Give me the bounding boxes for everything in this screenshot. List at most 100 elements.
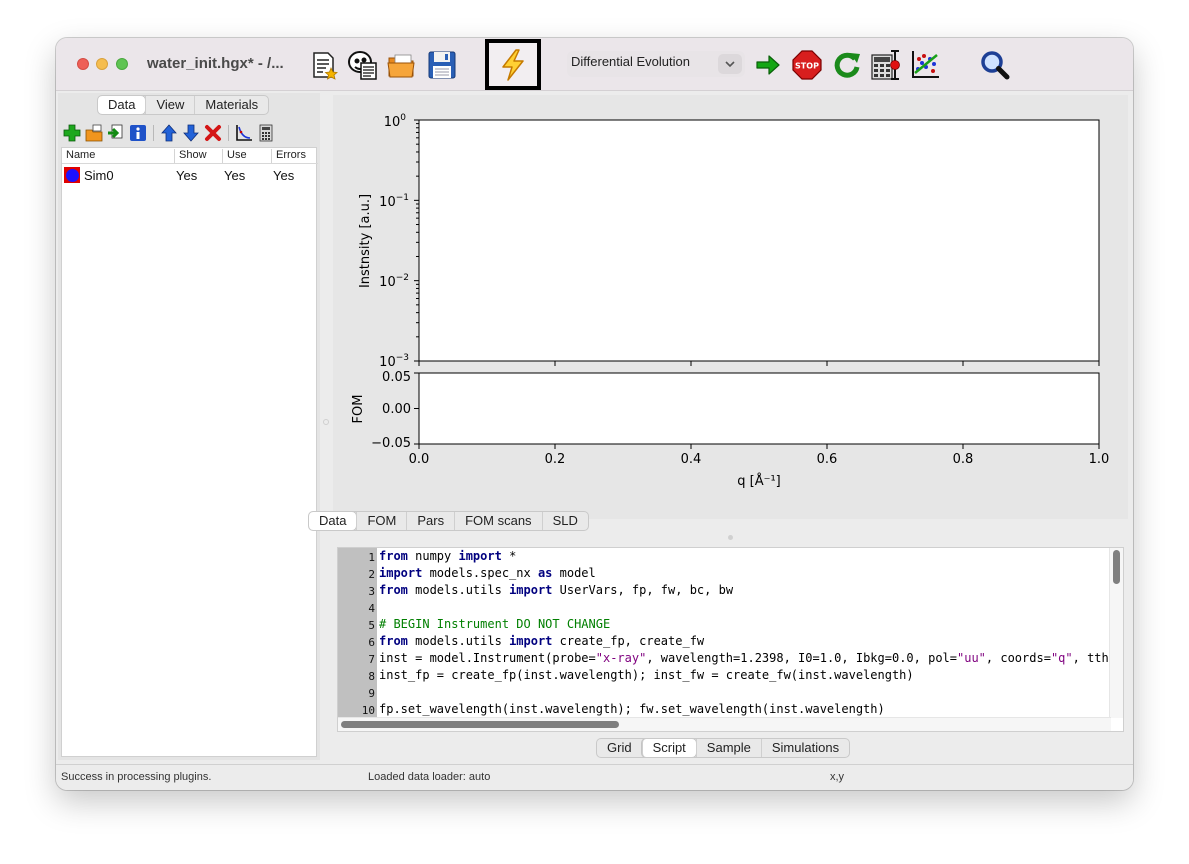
new-from-file-button[interactable] (347, 49, 379, 81)
open-file-button[interactable] (386, 49, 418, 81)
fom-y-axis-label: FOM (351, 395, 366, 424)
minimize-window-button[interactable] (96, 58, 108, 70)
script-editor[interactable]: 1 2 3 4 5 6 7 8 9 10 from numpy import *… (337, 547, 1124, 732)
vertical-splitter[interactable] (321, 93, 331, 760)
restart-fit-icon (834, 52, 860, 78)
status-loader: Loaded data loader: auto (368, 771, 491, 783)
tab-script[interactable]: Script (641, 739, 696, 757)
tab-grid[interactable]: Grid (597, 739, 642, 757)
plot-tabs: Data FOM Pars FOM scans SLD (308, 511, 589, 531)
plot-canvas[interactable]: Instnsity [a.u.] FOM q [Å⁻¹] 100 10−1 10… (333, 95, 1128, 519)
tab-sample[interactable]: Sample (695, 739, 761, 757)
svg-text:STOP: STOP (795, 62, 819, 71)
dataset-info-button[interactable] (129, 124, 147, 142)
start-fit-button[interactable] (752, 49, 784, 81)
code-line[interactable]: import models.spec_nx as model (379, 566, 596, 580)
add-dataset-button[interactable] (63, 124, 81, 142)
import-multiple-button[interactable] (107, 124, 125, 142)
code-line[interactable]: from models.utils import UserVars, fp, f… (379, 583, 733, 597)
code-line[interactable]: inst_fp = create_fp(inst.wavelength); in… (379, 668, 914, 682)
y-tick-label-fom-2: −0.05 (371, 436, 411, 451)
y-tick-label-top-0: 100 (384, 113, 407, 130)
line-number: 7 (368, 653, 375, 666)
project-fom-icon (912, 51, 939, 78)
y-tick-label-top-3: 10−3 (379, 353, 409, 370)
move-down-icon (183, 124, 199, 142)
tab-materials[interactable]: Materials (194, 96, 268, 114)
dataset-list: Name Show Use Errors Sim0 Yes Yes Yes (61, 147, 318, 757)
new-model-icon (313, 52, 338, 80)
data-panel-tabs: Data View Materials (97, 95, 270, 115)
y-tick-label-fom-0: 0.05 (382, 370, 411, 385)
dataset-use-value[interactable]: Yes (224, 168, 245, 183)
move-up-button[interactable] (160, 124, 178, 142)
line-number: 9 (368, 687, 375, 700)
plot-panel: Instnsity [a.u.] FOM q [Å⁻¹] 100 10−1 10… (333, 95, 1128, 519)
tab-simulations[interactable]: Simulations (760, 739, 849, 757)
horizontal-scrollbar[interactable] (338, 717, 1111, 731)
algorithm-select[interactable]: Differential Evolution (567, 51, 745, 77)
intensity-y-axis-label: Instnsity [a.u.] (358, 194, 373, 288)
auto-simulate-lightning-icon (502, 49, 524, 81)
restart-fit-button[interactable] (831, 49, 863, 81)
new-model-button[interactable] (308, 49, 340, 81)
fom-axes (418, 372, 1100, 445)
horizontal-splitter[interactable] (333, 534, 1128, 542)
dataset-errors-value[interactable]: Yes (273, 168, 294, 183)
column-header-name[interactable]: Name (62, 149, 95, 163)
calculate-errors-icon (871, 50, 900, 80)
data-panel: Data View Materials Name Show Use Errors… (58, 93, 320, 760)
plot-settings-button[interactable] (235, 124, 253, 142)
project-fom-button[interactable] (909, 49, 941, 81)
dataset-color-swatch[interactable] (64, 167, 80, 183)
line-number: 5 (368, 619, 375, 632)
dataset-name: Sim0 (84, 168, 114, 183)
tab-plot-fom[interactable]: FOM (356, 512, 406, 530)
tab-view[interactable]: View (145, 96, 194, 114)
column-header-show[interactable]: Show (174, 149, 207, 163)
import-data-icon (85, 124, 103, 142)
code-line[interactable]: inst = model.Instrument(probe="x-ray", w… (379, 651, 1109, 665)
code-line[interactable]: from models.utils import create_fp, crea… (379, 634, 704, 648)
vertical-scrollbar[interactable] (1109, 548, 1123, 718)
line-number: 10 (361, 704, 375, 717)
stop-fit-button[interactable]: STOP (791, 49, 823, 81)
code-line[interactable]: fp.set_wavelength(inst.wavelength); fw.s… (379, 702, 885, 716)
dataset-row[interactable]: Sim0 Yes Yes Yes (62, 165, 318, 185)
plot-settings-icon (236, 125, 252, 141)
algorithm-dropdown-toggle[interactable] (718, 54, 742, 74)
toolbar-separator (228, 125, 229, 141)
column-header-errors[interactable]: Errors (271, 149, 306, 163)
tab-plot-fom-scans[interactable]: FOM scans (454, 512, 541, 530)
calculator-button[interactable] (257, 124, 275, 142)
tab-plot-data[interactable]: Data (309, 512, 357, 530)
tab-plot-sld[interactable]: SLD (541, 512, 588, 530)
tab-plot-pars[interactable]: Pars (406, 512, 454, 530)
code-line[interactable]: from numpy import * (379, 549, 516, 563)
window-title: water_init.hgx* - /... (147, 55, 284, 72)
calculate-errors-button[interactable] (870, 49, 902, 81)
delete-dataset-button[interactable] (204, 124, 222, 142)
zoom-button[interactable] (979, 49, 1011, 81)
line-number: 8 (368, 670, 375, 683)
x-tick-label-3: 0.6 (817, 452, 838, 467)
code-line[interactable]: # BEGIN Instrument DO NOT CHANGE (379, 617, 610, 631)
column-header-use[interactable]: Use (222, 149, 247, 163)
status-bar: Success in processing plugins. Loaded da… (56, 764, 1133, 790)
data-toolbar (63, 121, 315, 147)
import-data-button[interactable] (85, 124, 103, 142)
tab-data[interactable]: Data (98, 96, 146, 114)
maximize-window-button[interactable] (116, 58, 128, 70)
dataset-show-value[interactable]: Yes (176, 168, 197, 183)
save-file-button[interactable] (426, 49, 458, 81)
y-tick-label-top-2: 10−2 (379, 273, 409, 290)
delete-dataset-icon (205, 125, 221, 141)
close-window-button[interactable] (77, 58, 89, 70)
new-from-file-icon (348, 51, 377, 80)
stop-icon: STOP (792, 50, 822, 80)
auto-simulate-button[interactable] (485, 39, 541, 90)
move-down-button[interactable] (182, 124, 200, 142)
save-file-icon (428, 51, 456, 79)
x-tick-label-2: 0.4 (681, 452, 702, 467)
zoom-magnifier-icon (981, 51, 1010, 80)
